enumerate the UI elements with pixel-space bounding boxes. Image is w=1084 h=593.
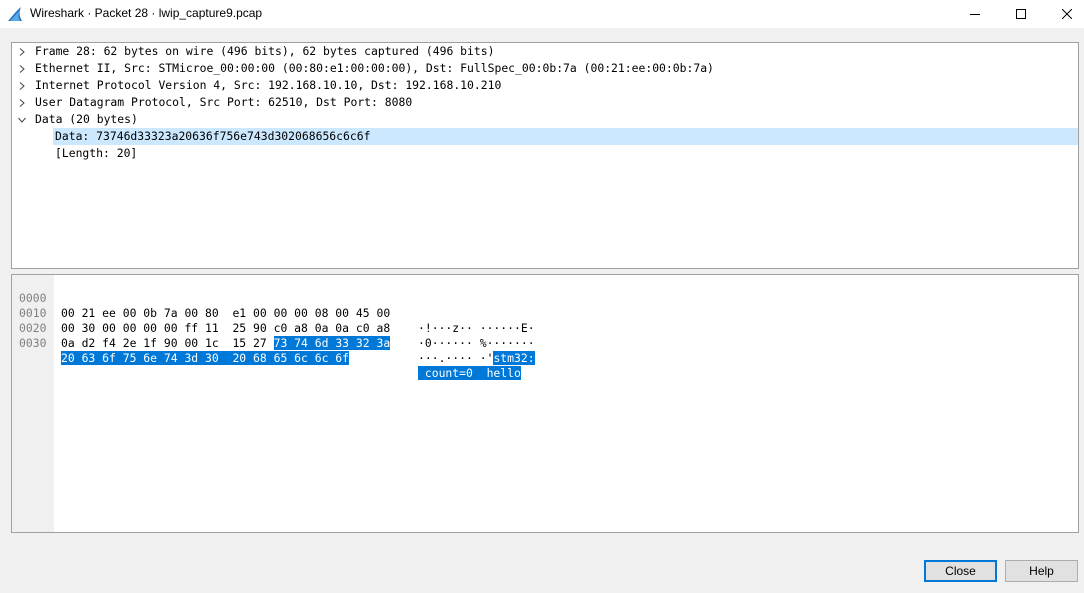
ascii-plain: ·0······ %······· — [418, 336, 535, 350]
close-button[interactable]: Close — [924, 560, 997, 582]
tree-row-label: [Length: 20] — [55, 146, 138, 160]
tree-row-ipv4[interactable]: Internet Protocol Version 4, Src: 192.16… — [12, 77, 1078, 94]
hex-bytes-plain: 00 30 00 00 00 00 ff 11 25 90 c0 a8 0a 0… — [61, 321, 391, 335]
chevron-right-icon[interactable] — [17, 94, 27, 111]
bytes-line: 0000 00 21 ee 00 0b 7a 00 80 e1 00 00 00… — [12, 276, 535, 335]
hex-bytes-plain: 0a d2 f4 2e 1f 90 00 1c 15 27 — [61, 336, 274, 350]
help-button[interactable]: Help — [1005, 560, 1078, 582]
packet-details-tree[interactable]: Frame 28: 62 bytes on wire (496 bits), 6… — [11, 42, 1079, 269]
chevron-right-icon[interactable] — [17, 77, 27, 94]
ascii-plain: ···.···· ·' — [418, 351, 494, 365]
bytes-line: 0010 00 30 00 00 00 00 ff 11 25 90 c0 a8… — [12, 291, 535, 350]
ascii-plain: ·!···z·· ······E· — [418, 321, 535, 335]
close-icon — [1062, 9, 1072, 19]
chevron-down-icon[interactable] — [17, 111, 27, 128]
bytes-line: 0020 0a d2 f4 2e 1f 90 00 1c 15 27 73 74… — [12, 306, 535, 365]
chevron-right-icon[interactable] — [17, 60, 27, 77]
minimize-button[interactable] — [952, 0, 998, 28]
hex-bytes-highlighted: 73 74 6d 33 32 3a — [273, 336, 391, 350]
window-close-button[interactable] — [1044, 0, 1084, 28]
tree-row-label: Data (20 bytes) — [35, 112, 138, 126]
tree-row-label: Frame 28: 62 bytes on wire (496 bits), 6… — [35, 44, 495, 58]
bytes-line: 0030 20 63 6f 75 6e 74 3d 30 20 68 65 6c… — [12, 321, 521, 380]
window-title: Wireshark · Packet 28 · lwip_capture9.pc… — [30, 6, 263, 20]
tree-row-label: Ethernet II, Src: STMicroe_00:00:00 (00:… — [35, 61, 714, 75]
tree-row-data-payload[interactable]: Data: 73746d33323a20636f756e743d30206865… — [53, 128, 1078, 145]
tree-row-ethernet[interactable]: Ethernet II, Src: STMicroe_00:00:00 (00:… — [12, 60, 1078, 77]
minimize-icon — [970, 9, 980, 19]
hex-bytes[interactable]: 0a d2 f4 2e 1f 90 00 1c 15 27 73 74 6d 3… — [61, 336, 391, 351]
ascii-bytes[interactable]: ···.···· ·'stm32: — [418, 351, 535, 366]
maximize-icon — [1016, 9, 1026, 19]
ascii-bytes[interactable]: count=0 hello — [418, 366, 521, 381]
hex-bytes[interactable]: 00 21 ee 00 0b 7a 00 80 e1 00 00 00 08 0… — [61, 306, 390, 321]
hex-bytes-highlighted: 20 63 6f 75 6e 74 3d 30 20 68 65 6c 6c 6… — [61, 351, 350, 365]
chevron-right-icon[interactable] — [17, 43, 27, 60]
tree-row-frame[interactable]: Frame 28: 62 bytes on wire (496 bits), 6… — [12, 43, 1078, 60]
byte-offset: 0030 — [19, 336, 47, 350]
wireshark-fin-icon — [7, 6, 23, 22]
hex-bytes[interactable]: 20 63 6f 75 6e 74 3d 30 20 68 65 6c 6c 6… — [61, 351, 350, 366]
tree-row-label: Data: 73746d33323a20636f756e743d30206865… — [55, 129, 371, 143]
tree-row-label: Internet Protocol Version 4, Src: 192.16… — [35, 78, 502, 92]
hex-bytes[interactable]: 00 30 00 00 00 00 ff 11 25 90 c0 a8 0a 0… — [61, 321, 390, 336]
maximize-button[interactable] — [998, 0, 1044, 28]
packet-bytes-pane[interactable]: 0000 00 21 ee 00 0b 7a 00 80 e1 00 00 00… — [11, 274, 1079, 533]
tree-row-label: User Datagram Protocol, Src Port: 62510,… — [35, 95, 413, 109]
ascii-bytes[interactable]: ·0······ %······· — [418, 336, 535, 351]
ascii-highlighted: stm32: — [493, 351, 535, 365]
ascii-highlighted: count=0 hello — [418, 366, 521, 380]
tree-row-data-length[interactable]: [Length: 20] — [55, 145, 1078, 162]
ascii-bytes[interactable]: ·!···z·· ······E· — [418, 321, 535, 336]
packet-dialog-window: Wireshark · Packet 28 · lwip_capture9.pc… — [0, 0, 1084, 593]
tree-row-data[interactable]: Data (20 bytes) — [12, 111, 1078, 128]
title-bar[interactable]: Wireshark · Packet 28 · lwip_capture9.pc… — [0, 0, 1084, 28]
tree-row-udp[interactable]: User Datagram Protocol, Src Port: 62510,… — [12, 94, 1078, 111]
hex-bytes-plain: 00 21 ee 00 0b 7a 00 80 e1 00 00 00 08 0… — [61, 306, 391, 320]
